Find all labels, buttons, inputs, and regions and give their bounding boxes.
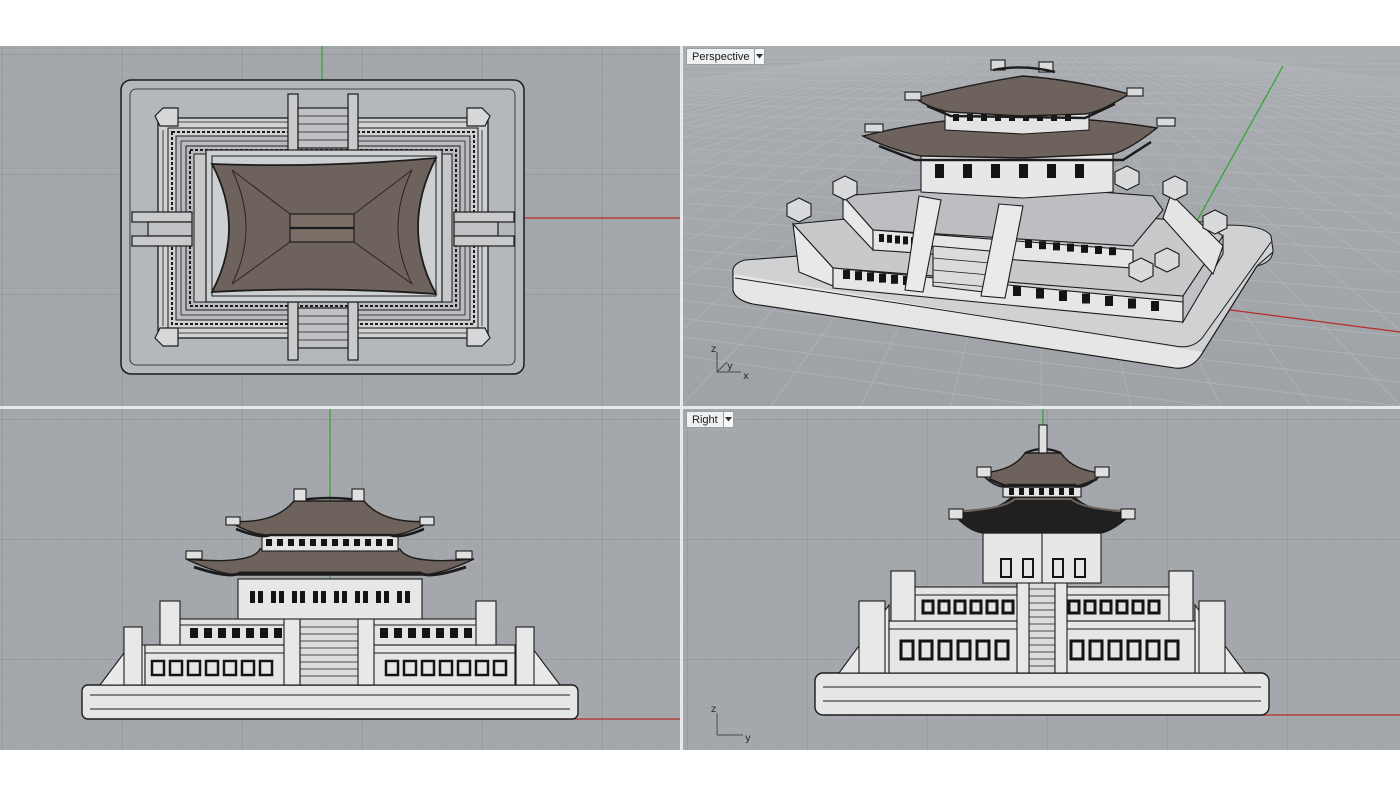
axis-label-y: y [745,733,751,744]
axis-label-y: y [727,361,733,372]
viewport-right[interactable]: z y Right [683,409,1400,750]
chevron-down-icon[interactable] [754,49,765,64]
viewport-title-text: Right [692,413,718,426]
top-view-canvas[interactable] [0,46,680,406]
viewport-title-text: Perspective [692,50,750,63]
viewport-divider-vertical[interactable] [680,46,683,750]
viewport-title-perspective[interactable]: Perspective [686,48,766,65]
axis-label-x: x [743,371,749,382]
axis-label-z: z [711,344,716,355]
viewport-title-right[interactable]: Right [686,411,734,428]
viewport-front[interactable] [0,409,680,750]
chevron-down-icon[interactable] [722,412,733,427]
front-view-canvas[interactable] [0,409,680,750]
right-view-canvas[interactable]: z y [683,409,1400,750]
viewport-divider-horizontal[interactable] [0,406,1400,409]
axis-label-z: z [711,704,716,715]
building-top-view [120,79,525,375]
viewport-top[interactable] [0,46,680,406]
viewport-perspective[interactable]: z y x Perspective [683,46,1400,406]
perspective-view-canvas[interactable]: z y x [683,46,1400,406]
